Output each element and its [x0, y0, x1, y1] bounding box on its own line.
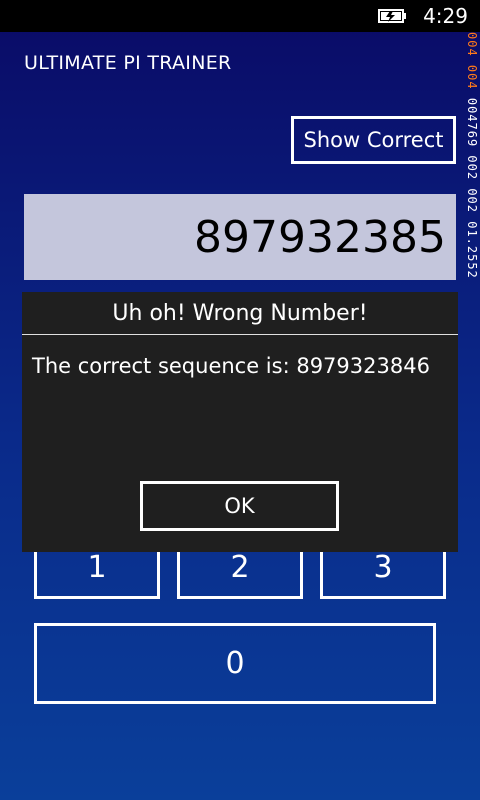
debug-counter-2: 004 — [465, 64, 479, 90]
show-correct-button[interactable]: Show Correct — [291, 116, 456, 164]
clock: 4:29 — [423, 4, 468, 28]
app-title: ULTIMATE PI TRAINER — [24, 52, 232, 74]
debug-overlay: 004 004 004769 002 002 01.2552 — [464, 32, 480, 372]
key-0-button[interactable]: 0 — [34, 623, 436, 704]
status-bar: 4:29 — [0, 0, 480, 32]
debug-counter-1: 004 — [465, 32, 479, 57]
battery-charging-icon — [378, 9, 406, 23]
dialog-divider — [22, 334, 458, 335]
dialog-title: Uh oh! Wrong Number! — [112, 300, 368, 326]
debug-counter-3: 004769 002 002 01.2552 — [465, 97, 479, 279]
number-display: 897932385 — [24, 194, 456, 280]
wrong-number-dialog: Uh oh! Wrong Number! The correct sequenc… — [22, 292, 458, 552]
dialog-message: The correct sequence is: 8979323846 — [32, 354, 430, 378]
ok-button[interactable]: OK — [140, 481, 339, 531]
